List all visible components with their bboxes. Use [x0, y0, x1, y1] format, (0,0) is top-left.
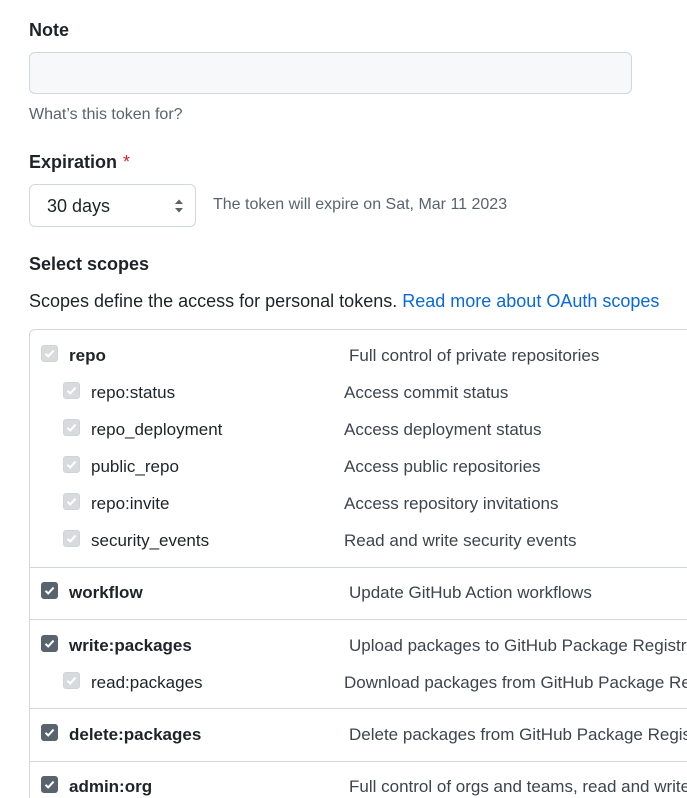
scope-description: Full control of orgs and teams, read and… — [349, 777, 687, 796]
check-icon — [44, 349, 55, 358]
scope-description: Delete packages from GitHub Package Regi… — [349, 725, 687, 744]
note-hint: What’s this token for? — [29, 106, 183, 123]
scopes-heading: Select scopes — [29, 254, 150, 274]
expiration-label-text: Expiration — [29, 152, 118, 172]
check-icon — [44, 639, 55, 648]
scope-name: workflow — [69, 583, 143, 602]
scope-checkbox-repo-deployment[interactable] — [63, 419, 80, 436]
expiration-info: The token will expire on Sat, Mar 11 202… — [213, 196, 508, 213]
scope-description: Access commit status — [344, 383, 509, 402]
check-icon — [66, 386, 77, 395]
check-icon — [44, 780, 55, 789]
scope-name: admin:org — [69, 777, 153, 796]
check-icon — [66, 423, 77, 432]
note-label: Note — [29, 20, 69, 40]
scope-checkbox-write-packages[interactable] — [41, 635, 58, 652]
scope-name: delete:packages — [69, 725, 202, 744]
scope-name: repo:invite — [91, 494, 170, 513]
scopes-description-text: Scopes define the access for personal to… — [29, 291, 398, 311]
scopes-description: Scopes define the access for personal to… — [29, 291, 659, 312]
select-caret-icon — [175, 199, 183, 213]
expiration-select[interactable]: 30 days — [29, 184, 196, 227]
scope-description: Update GitHub Action workflows — [349, 583, 592, 602]
scope-name: write:packages — [69, 636, 192, 655]
note-input[interactable] — [29, 52, 632, 94]
scope-description: Access deployment status — [344, 420, 542, 439]
check-icon — [66, 460, 77, 469]
scope-checkbox-repo[interactable] — [41, 345, 58, 362]
scope-checkbox-repo-status[interactable] — [63, 382, 80, 399]
required-mark: * — [123, 152, 131, 172]
group-divider — [29, 761, 687, 762]
scope-checkbox-public-repo[interactable] — [63, 456, 80, 473]
scope-checkbox-security-events[interactable] — [63, 530, 80, 547]
group-divider — [29, 619, 687, 620]
scope-checkbox-repo-invite[interactable] — [63, 493, 80, 510]
scope-checkbox-admin-org[interactable] — [41, 776, 58, 793]
check-icon — [66, 676, 77, 685]
check-icon — [44, 728, 55, 737]
scope-checkbox-delete-packages[interactable] — [41, 724, 58, 741]
scope-name: read:packages — [91, 673, 203, 692]
group-divider — [29, 708, 687, 709]
scope-checkbox-read-packages[interactable] — [63, 672, 80, 689]
check-icon — [44, 586, 55, 595]
group-divider — [29, 567, 687, 568]
scope-name: public_repo — [91, 457, 179, 476]
scope-description: Full control of private repositories — [349, 346, 600, 365]
expiration-label: Expiration * — [29, 152, 130, 173]
scope-description: Access repository invitations — [344, 494, 559, 513]
expiration-select-value: 30 days — [47, 196, 111, 216]
check-icon — [66, 534, 77, 543]
oauth-scopes-link[interactable]: Read more about OAuth scopes — [402, 291, 659, 311]
scope-checkbox-workflow[interactable] — [41, 582, 58, 599]
scope-description: Upload packages to GitHub Package Regist… — [349, 636, 687, 655]
check-icon — [66, 497, 77, 506]
scope-description: Read and write security events — [344, 531, 577, 550]
scope-description: Download packages from GitHub Package Re… — [344, 673, 687, 692]
scope-name: repo:status — [91, 383, 176, 402]
scope-name: security_events — [91, 531, 210, 550]
token-settings-page: Note What’s this token for? Expiration * … — [0, 0, 687, 798]
scope-description: Access public repositories — [344, 457, 541, 476]
scope-name: repo_deployment — [91, 420, 223, 439]
scope-name: repo — [69, 346, 106, 365]
